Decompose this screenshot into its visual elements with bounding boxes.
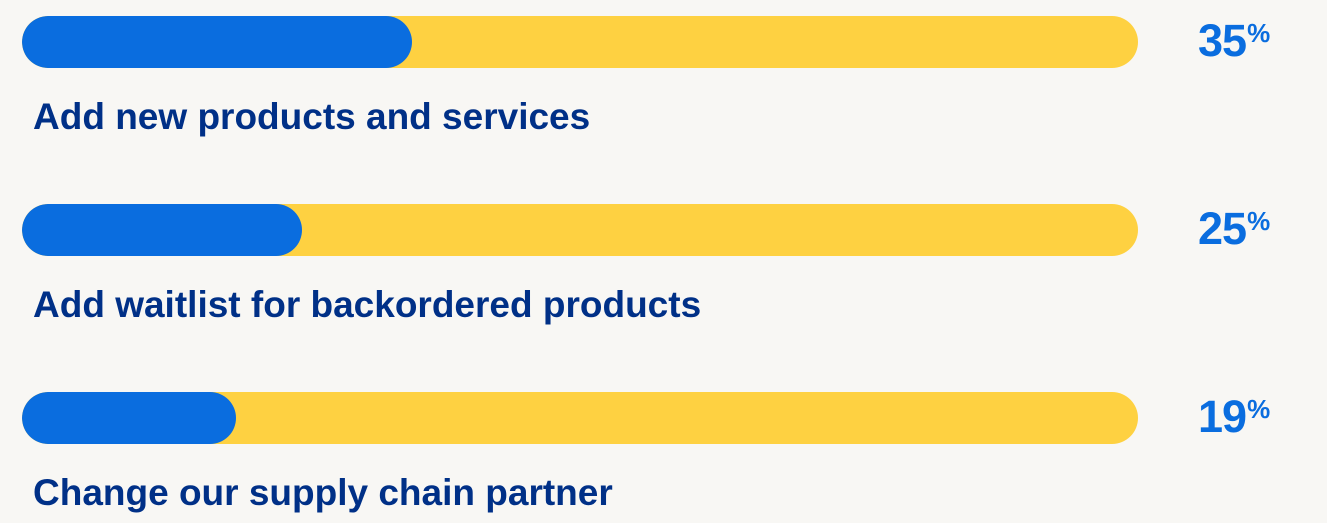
category-label: Change our supply chain partner <box>33 472 613 513</box>
bar-fill <box>22 16 412 68</box>
value-label: 25% <box>1198 206 1270 251</box>
percent-symbol: % <box>1247 18 1271 48</box>
category-label: Add waitlist for backordered products <box>33 284 702 325</box>
value-number: 35 <box>1198 15 1247 66</box>
bar-track <box>22 392 1138 444</box>
progress-bar-chart: 35% Add new products and services 25% Ad… <box>0 0 1327 523</box>
category-label: Add new products and services <box>33 96 591 137</box>
value-label: 19% <box>1198 394 1270 439</box>
percent-symbol: % <box>1247 394 1271 424</box>
value-number: 19 <box>1198 391 1247 442</box>
percent-symbol: % <box>1247 206 1271 236</box>
value-label: 35% <box>1198 18 1270 63</box>
value-number: 25 <box>1198 203 1247 254</box>
bar-track <box>22 204 1138 256</box>
bar-fill <box>22 204 302 256</box>
bar-track <box>22 16 1138 68</box>
bar-fill <box>22 392 236 444</box>
